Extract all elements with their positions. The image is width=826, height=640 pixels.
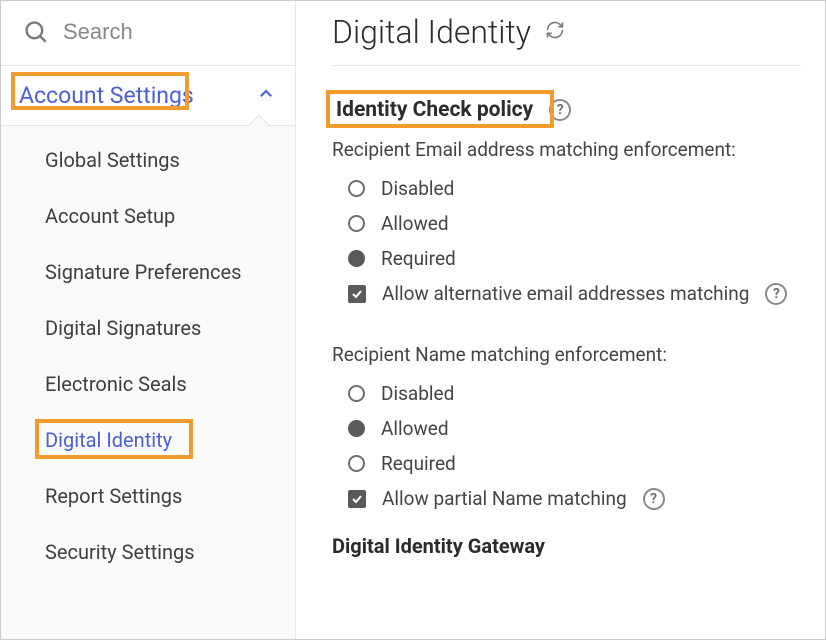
sidebar-item-label: Account Setup — [45, 204, 175, 228]
sidebar-item-security-settings[interactable]: Security Settings — [1, 524, 295, 580]
email-option-required[interactable]: Required — [332, 241, 801, 276]
radio-icon — [348, 455, 365, 472]
identity-check-section: Identity Check policy ? Recipient Email … — [332, 66, 801, 558]
sidebar-item-label: Report Settings — [45, 484, 182, 508]
sidebar-item-label: Digital Identity — [45, 428, 172, 452]
name-option-allowed[interactable]: Allowed — [332, 411, 801, 446]
name-partial-checkbox[interactable]: Allow partial Name matching ? — [332, 481, 801, 516]
sidebar-item-label: Global Settings — [45, 148, 180, 172]
radio-icon — [348, 250, 365, 267]
gateway-section-title: Digital Identity Gateway — [332, 534, 801, 558]
name-option-required[interactable]: Required — [332, 446, 801, 481]
sidebar-item-digital-signatures[interactable]: Digital Signatures — [1, 300, 295, 356]
help-icon[interactable]: ? — [765, 283, 787, 305]
option-label: Required — [381, 452, 456, 475]
refresh-icon[interactable] — [545, 20, 565, 44]
radio-icon — [348, 420, 365, 437]
email-option-disabled[interactable]: Disabled — [332, 171, 801, 206]
sidebar-item-label: Digital Signatures — [45, 316, 201, 340]
option-label: Allowed — [381, 212, 449, 235]
option-label: Disabled — [381, 382, 454, 405]
checkbox-icon — [348, 490, 366, 508]
sidebar: Account Settings Global Settings Account… — [1, 1, 296, 639]
search-input[interactable] — [63, 19, 277, 45]
main-panel: Digital Identity Identity Check policy ?… — [296, 1, 825, 639]
nav-section-header[interactable]: Account Settings — [1, 66, 295, 126]
sidebar-item-label: Signature Preferences — [45, 260, 241, 284]
page-title: Digital Identity — [332, 13, 531, 51]
checkbox-label: Allow alternative email addresses matchi… — [382, 282, 749, 305]
option-label: Required — [381, 247, 456, 270]
name-enforcement-label: Recipient Name matching enforcement: — [332, 343, 801, 366]
radio-icon — [348, 385, 365, 402]
radio-icon — [348, 215, 365, 232]
nav-list: Global Settings Account Setup Signature … — [1, 126, 295, 639]
sidebar-item-global-settings[interactable]: Global Settings — [1, 132, 295, 188]
name-option-disabled[interactable]: Disabled — [332, 376, 801, 411]
page-title-row: Digital Identity — [332, 11, 801, 66]
help-icon[interactable]: ? — [549, 99, 571, 121]
option-label: Disabled — [381, 177, 454, 200]
section-title-row: Identity Check policy ? — [332, 96, 801, 124]
chevron-up-icon — [257, 85, 275, 107]
section-title: Identity Check policy — [332, 96, 537, 124]
search-icon — [23, 19, 49, 45]
sidebar-item-account-setup[interactable]: Account Setup — [1, 188, 295, 244]
radio-icon — [348, 180, 365, 197]
sidebar-item-electronic-seals[interactable]: Electronic Seals — [1, 356, 295, 412]
email-enforcement-label: Recipient Email address matching enforce… — [332, 138, 801, 161]
option-label: Allowed — [381, 417, 449, 440]
checkbox-icon — [348, 285, 366, 303]
sidebar-item-label: Electronic Seals — [45, 372, 187, 396]
sidebar-item-signature-preferences[interactable]: Signature Preferences — [1, 244, 295, 300]
search-row — [1, 1, 295, 66]
checkbox-label: Allow partial Name matching — [382, 487, 627, 510]
sidebar-item-report-settings[interactable]: Report Settings — [1, 468, 295, 524]
sidebar-item-label: Security Settings — [45, 540, 195, 564]
email-allow-alt-checkbox[interactable]: Allow alternative email addresses matchi… — [332, 276, 801, 311]
help-icon[interactable]: ? — [643, 488, 665, 510]
nav-section-label: Account Settings — [15, 80, 198, 111]
sidebar-item-digital-identity[interactable]: Digital Identity — [1, 412, 295, 468]
email-option-allowed[interactable]: Allowed — [332, 206, 801, 241]
